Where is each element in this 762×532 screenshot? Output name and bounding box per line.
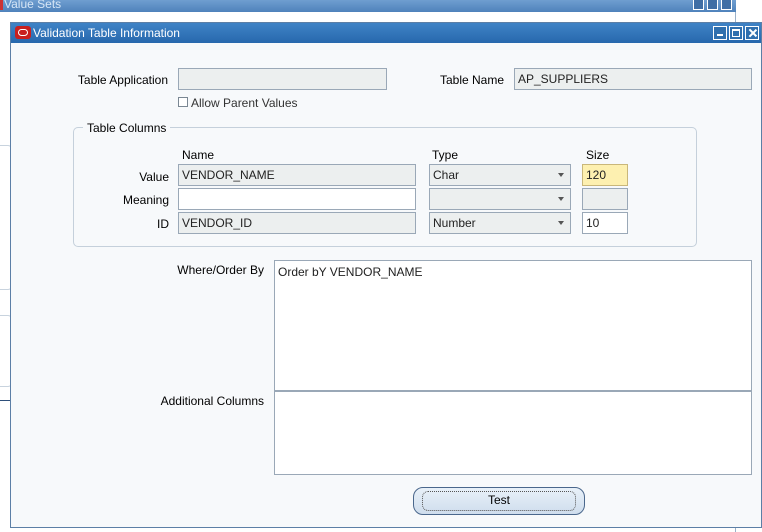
where-order-by-label: Where/Order By bbox=[177, 263, 264, 277]
where-order-by-textarea[interactable]: Order bY VENDOR_NAME bbox=[274, 260, 752, 391]
background-window-title: Value Sets bbox=[4, 0, 62, 11]
table-name-field[interactable]: AP_SUPPLIERS bbox=[514, 68, 752, 90]
maximize-icon[interactable] bbox=[729, 26, 743, 40]
id-type-select[interactable]: Number bbox=[429, 212, 571, 234]
value-row-label: Value bbox=[139, 170, 169, 184]
table-application-field[interactable] bbox=[178, 68, 387, 90]
size-column-header: Size bbox=[586, 148, 610, 162]
validation-table-dialog: Validation Table Information Table Appli… bbox=[10, 22, 762, 528]
dialog-title: Validation Table Information bbox=[33, 26, 180, 40]
chevron-down-icon bbox=[558, 197, 564, 201]
oracle-logo-icon bbox=[15, 26, 31, 39]
id-name-field[interactable]: VENDOR_ID bbox=[178, 212, 416, 234]
value-size-field[interactable]: 120 bbox=[582, 164, 628, 186]
value-type-select[interactable]: Char bbox=[429, 164, 571, 186]
focus-ring bbox=[422, 491, 576, 511]
id-row-label: ID bbox=[157, 217, 169, 231]
value-name-field[interactable]: VENDOR_NAME bbox=[178, 164, 416, 186]
chevron-down-icon bbox=[558, 221, 564, 225]
chevron-down-icon bbox=[558, 173, 564, 177]
name-column-header: Name bbox=[182, 148, 215, 162]
id-type-text: Number bbox=[433, 216, 476, 230]
allow-parent-values-checkbox[interactable] bbox=[178, 97, 188, 107]
background-close-icon[interactable] bbox=[721, 0, 732, 10]
background-window-icon bbox=[0, 0, 3, 10]
table-application-label: Table Application bbox=[77, 73, 168, 87]
minimize-icon[interactable] bbox=[713, 26, 727, 40]
table-columns-group-label: Table Columns bbox=[83, 121, 171, 135]
close-icon[interactable] bbox=[745, 26, 759, 40]
meaning-size-field[interactable] bbox=[582, 188, 628, 210]
background-maximize-icon[interactable] bbox=[707, 0, 718, 10]
meaning-row-label: Meaning bbox=[122, 193, 169, 207]
additional-columns-textarea[interactable] bbox=[274, 391, 752, 475]
background-window-titlebar: Value Sets bbox=[0, 0, 736, 12]
allow-parent-values-label[interactable]: Allow Parent Values bbox=[191, 96, 298, 110]
background-minimize-icon[interactable] bbox=[693, 0, 704, 10]
meaning-type-select[interactable] bbox=[429, 188, 571, 210]
type-column-header: Type bbox=[432, 148, 459, 162]
value-type-text: Char bbox=[433, 168, 460, 182]
dialog-titlebar[interactable]: Validation Table Information bbox=[11, 23, 761, 43]
additional-columns-label: Additional Columns bbox=[160, 394, 264, 408]
meaning-name-field[interactable] bbox=[178, 188, 416, 210]
id-size-field[interactable]: 10 bbox=[582, 212, 628, 234]
test-button[interactable]: Test bbox=[413, 487, 585, 515]
table-name-label: Table Name bbox=[439, 73, 504, 87]
